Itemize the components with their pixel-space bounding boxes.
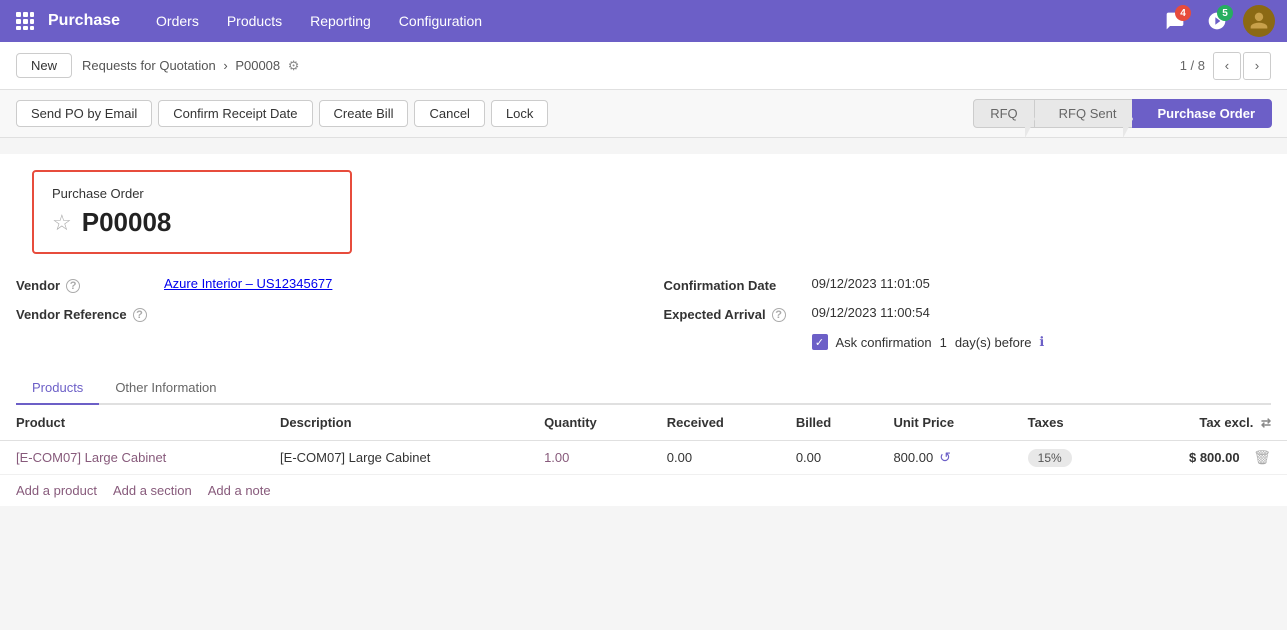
ask-confirmation-info-icon: ℹ bbox=[1039, 334, 1044, 350]
settings-gear-icon[interactable]: ⚙ bbox=[288, 58, 300, 73]
nav-arrows: ‹ › bbox=[1213, 52, 1271, 80]
topnav-right-icons: 4 5 bbox=[1159, 5, 1275, 37]
col-tax-excl: Tax excl. ⇄ bbox=[1122, 405, 1287, 441]
quantity-cell[interactable]: 1.00 bbox=[528, 441, 651, 475]
add-product-link[interactable]: Add a product bbox=[16, 483, 97, 498]
cancel-button[interactable]: Cancel bbox=[414, 100, 484, 127]
status-purchase-order[interactable]: Purchase Order bbox=[1132, 99, 1272, 128]
confirmation-date-label: Confirmation Date bbox=[664, 276, 804, 293]
add-links: Add a product Add a section Add a note bbox=[0, 475, 1287, 506]
send-po-button[interactable]: Send PO by Email bbox=[16, 100, 152, 127]
table-header: Product Description Quantity Received Bi… bbox=[0, 405, 1287, 441]
tabs-bar: Products Other Information bbox=[16, 372, 1271, 405]
vendor-ref-field: Vendor Reference ? bbox=[16, 299, 624, 328]
taxes-cell[interactable]: 15% bbox=[1012, 441, 1122, 475]
col-received: Received bbox=[651, 405, 780, 441]
left-form-col: Vendor ? Azure Interior – US12345677 Ven… bbox=[16, 270, 624, 356]
col-product: Product bbox=[0, 405, 264, 441]
action-bar: Send PO by Email Confirm Receipt Date Cr… bbox=[0, 90, 1287, 138]
vendor-value[interactable]: Azure Interior – US12345677 bbox=[164, 276, 624, 291]
nav-configuration[interactable]: Configuration bbox=[387, 7, 494, 35]
breadcrumb-right: 1 / 8 ‹ › bbox=[1180, 52, 1271, 80]
nav-orders[interactable]: Orders bbox=[144, 7, 211, 35]
expected-arrival-field: Expected Arrival ? 09/12/2023 11:00:54 bbox=[664, 299, 1272, 328]
nav-menu: Orders Products Reporting Configuration bbox=[144, 7, 1159, 35]
add-note-link[interactable]: Add a note bbox=[208, 483, 271, 498]
ask-confirmation-spacer bbox=[664, 334, 804, 336]
po-title-row: ☆ P00008 bbox=[52, 207, 332, 238]
products-table: Product Description Quantity Received Bi… bbox=[0, 405, 1287, 475]
next-button[interactable]: › bbox=[1243, 52, 1271, 80]
vendor-ref-label: Vendor Reference ? bbox=[16, 305, 156, 322]
table-body: [E-COM07] Large Cabinet [E-COM07] Large … bbox=[0, 441, 1287, 475]
ask-confirmation-checkbox[interactable] bbox=[812, 334, 828, 350]
breadcrumb-left: New Requests for Quotation › P00008 ⚙ bbox=[16, 53, 299, 78]
ask-confirmation-field: Ask confirmation 1 day(s) before ℹ bbox=[664, 328, 1272, 356]
messages-count: 4 bbox=[1175, 5, 1191, 21]
product-cell[interactable]: [E-COM07] Large Cabinet bbox=[0, 441, 264, 475]
nav-reporting[interactable]: Reporting bbox=[298, 7, 383, 35]
main-content: Purchase Order ☆ P00008 Vendor ? Azure I… bbox=[0, 154, 1287, 506]
table-row: [E-COM07] Large Cabinet [E-COM07] Large … bbox=[0, 441, 1287, 475]
lock-button[interactable]: Lock bbox=[491, 100, 548, 127]
ask-confirmation-days[interactable]: 1 bbox=[940, 335, 947, 350]
ask-confirmation-label: Ask confirmation bbox=[836, 335, 932, 350]
col-quantity: Quantity bbox=[528, 405, 651, 441]
favorite-star-icon[interactable]: ☆ bbox=[52, 210, 72, 236]
breadcrumb: Requests for Quotation › P00008 ⚙ bbox=[82, 58, 299, 74]
prev-button[interactable]: ‹ bbox=[1213, 52, 1241, 80]
nav-products[interactable]: Products bbox=[215, 7, 294, 35]
po-number: P00008 bbox=[82, 207, 172, 238]
po-header-box: Purchase Order ☆ P00008 bbox=[32, 170, 352, 254]
vendor-ref-help-icon: ? bbox=[133, 308, 147, 322]
expected-arrival-value: 09/12/2023 11:00:54 bbox=[812, 305, 1272, 320]
col-taxes: Taxes bbox=[1012, 405, 1122, 441]
pagination-display: 1 / 8 bbox=[1180, 58, 1205, 73]
breadcrumb-separator: › bbox=[223, 58, 227, 73]
vendor-label: Vendor ? bbox=[16, 276, 156, 293]
delete-row-icon[interactable]: 🗑 bbox=[1253, 449, 1271, 465]
create-bill-button[interactable]: Create Bill bbox=[319, 100, 409, 127]
expected-arrival-label: Expected Arrival ? bbox=[664, 305, 804, 322]
add-section-link[interactable]: Add a section bbox=[113, 483, 192, 498]
billed-cell: 0.00 bbox=[780, 441, 878, 475]
confirm-receipt-button[interactable]: Confirm Receipt Date bbox=[158, 100, 312, 127]
reset-price-icon[interactable]: ↺ bbox=[939, 449, 951, 466]
tab-other-information[interactable]: Other Information bbox=[99, 372, 232, 405]
breadcrumb-current: P00008 bbox=[235, 58, 280, 73]
grid-menu-icon[interactable] bbox=[12, 8, 38, 34]
status-rfq-sent[interactable]: RFQ Sent bbox=[1034, 99, 1134, 128]
ask-confirmation-row: Ask confirmation 1 day(s) before ℹ bbox=[812, 334, 1045, 350]
breadcrumb-bar: New Requests for Quotation › P00008 ⚙ 1 … bbox=[0, 42, 1287, 90]
user-avatar[interactable] bbox=[1243, 5, 1275, 37]
confirmation-date-field: Confirmation Date 09/12/2023 11:01:05 bbox=[664, 270, 1272, 299]
expected-arrival-help-icon: ? bbox=[772, 308, 786, 322]
activity-count: 5 bbox=[1217, 5, 1233, 21]
description-cell[interactable]: [E-COM07] Large Cabinet bbox=[264, 441, 528, 475]
columns-settings-icon[interactable]: ⇄ bbox=[1261, 416, 1271, 430]
top-navigation: Purchase Orders Products Reporting Confi… bbox=[0, 0, 1287, 42]
received-cell: 0.00 bbox=[651, 441, 780, 475]
col-description: Description bbox=[264, 405, 528, 441]
vendor-field: Vendor ? Azure Interior – US12345677 bbox=[16, 270, 624, 299]
unit-price-cell: 800.00 ↺ bbox=[877, 441, 1011, 475]
activity-badge[interactable]: 5 bbox=[1201, 5, 1233, 37]
status-trail: RFQ RFQ Sent Purchase Order bbox=[973, 99, 1271, 128]
new-button[interactable]: New bbox=[16, 53, 72, 78]
breadcrumb-parent[interactable]: Requests for Quotation bbox=[82, 58, 216, 73]
vendor-help-icon: ? bbox=[66, 279, 80, 293]
app-brand[interactable]: Purchase bbox=[48, 12, 120, 30]
messages-badge[interactable]: 4 bbox=[1159, 5, 1191, 37]
tab-products[interactable]: Products bbox=[16, 372, 99, 405]
right-form-col: Confirmation Date 09/12/2023 11:01:05 Ex… bbox=[664, 270, 1272, 356]
tax-badge: 15% bbox=[1028, 449, 1072, 467]
col-unit-price: Unit Price bbox=[877, 405, 1011, 441]
confirmation-date-value: 09/12/2023 11:01:05 bbox=[812, 276, 1272, 291]
tax-excl-cell: $ 800.00 🗑 bbox=[1122, 441, 1287, 475]
days-before-label: day(s) before bbox=[955, 335, 1032, 350]
po-title-label: Purchase Order bbox=[52, 186, 332, 201]
col-billed: Billed bbox=[780, 405, 878, 441]
action-buttons: Send PO by Email Confirm Receipt Date Cr… bbox=[16, 100, 548, 127]
